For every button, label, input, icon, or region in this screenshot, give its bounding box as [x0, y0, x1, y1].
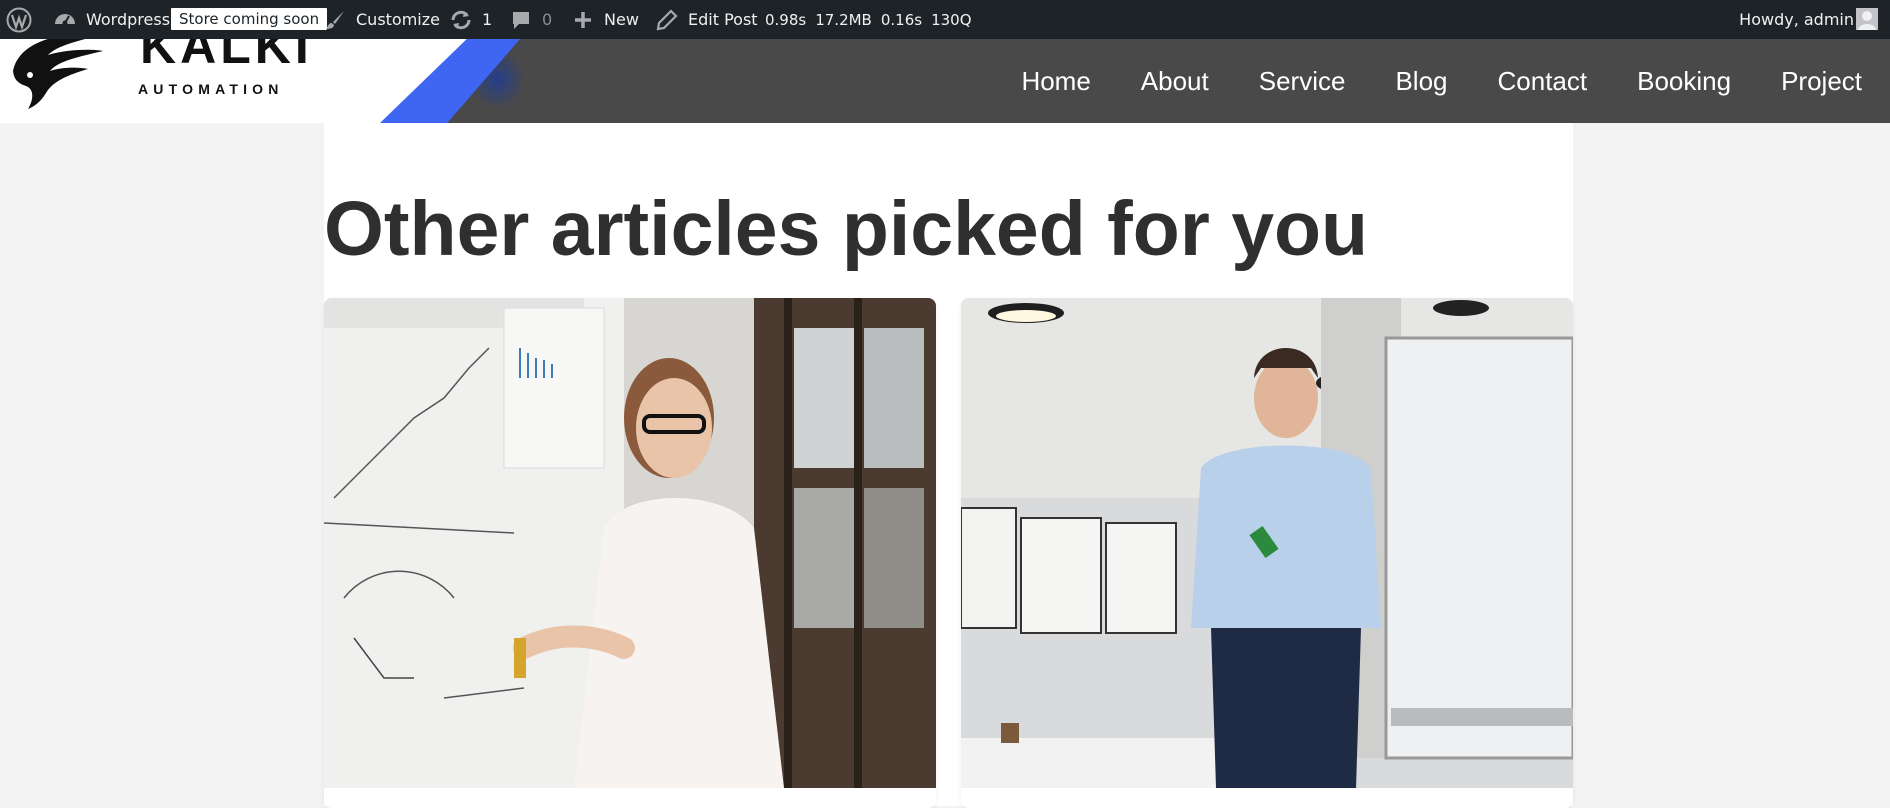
logo-title[interactable]: KALKI [140, 39, 313, 75]
nav-project[interactable]: Project [1781, 66, 1862, 97]
howdy-label: Howdy, admin [1739, 10, 1854, 29]
site-name-link[interactable]: Wordpress [52, 0, 170, 39]
updates-link[interactable]: 1 [448, 0, 492, 39]
comments-link[interactable]: 0 [508, 0, 552, 39]
edit-post-label: Edit Post [688, 10, 758, 29]
new-label: New [604, 10, 639, 29]
related-articles-section: Other articles picked for you [324, 123, 1573, 808]
nav-home[interactable]: Home [1021, 66, 1090, 97]
article-card[interactable] [961, 298, 1573, 808]
article-image-man-whiteboard[interactable] [961, 298, 1573, 788]
logo-wing-icon[interactable] [8, 39, 118, 116]
query-count: 130Q [931, 10, 972, 29]
store-coming-soon-badge[interactable]: Store coming soon [171, 8, 328, 30]
logo-tagline: AUTOMATION [138, 81, 284, 97]
article-image-woman-presenting[interactable] [324, 298, 936, 788]
nav-booking[interactable]: Booking [1637, 66, 1731, 97]
memory-usage: 17.2MB [815, 10, 872, 29]
customize-label: Customize [356, 10, 440, 29]
nav-about[interactable]: About [1141, 66, 1209, 97]
customize-link[interactable]: Customize [322, 0, 440, 39]
page-time: 0.98s [765, 10, 807, 29]
updates-count: 1 [482, 10, 493, 29]
comments-count: 0 [542, 10, 553, 29]
query-time: 0.16s [880, 10, 923, 29]
wordpress-icon [6, 7, 32, 33]
nav-service[interactable]: Service [1259, 66, 1346, 97]
edit-post-link[interactable]: Edit Post [654, 0, 758, 39]
plus-icon [570, 7, 596, 33]
section-title: Other articles picked for you [324, 186, 1369, 272]
nav-contact[interactable]: Contact [1498, 66, 1588, 97]
pencil-icon [654, 7, 680, 33]
dashboard-icon [52, 7, 78, 33]
brush-icon [322, 7, 348, 33]
wordpress-menu[interactable] [6, 0, 40, 39]
site-header: KALKI AUTOMATION Home About Service Blog… [0, 39, 1890, 123]
account-menu[interactable]: Howdy, admin [1739, 0, 1854, 39]
avatar-icon[interactable] [1856, 8, 1878, 30]
nav-blog[interactable]: Blog [1395, 66, 1447, 97]
query-monitor-stats[interactable]: 0.98s 17.2MB 0.16s 130Q [765, 0, 981, 39]
admin-bar: Wordpress Store coming soon Customize 1 … [0, 0, 1890, 39]
comment-icon [508, 7, 534, 33]
main-navigation: Home About Service Blog Contact Booking … [1021, 39, 1890, 123]
new-content-link[interactable]: New [570, 0, 639, 39]
refresh-icon [448, 7, 474, 33]
article-card[interactable] [324, 298, 936, 808]
site-name: Wordpress [86, 10, 171, 29]
